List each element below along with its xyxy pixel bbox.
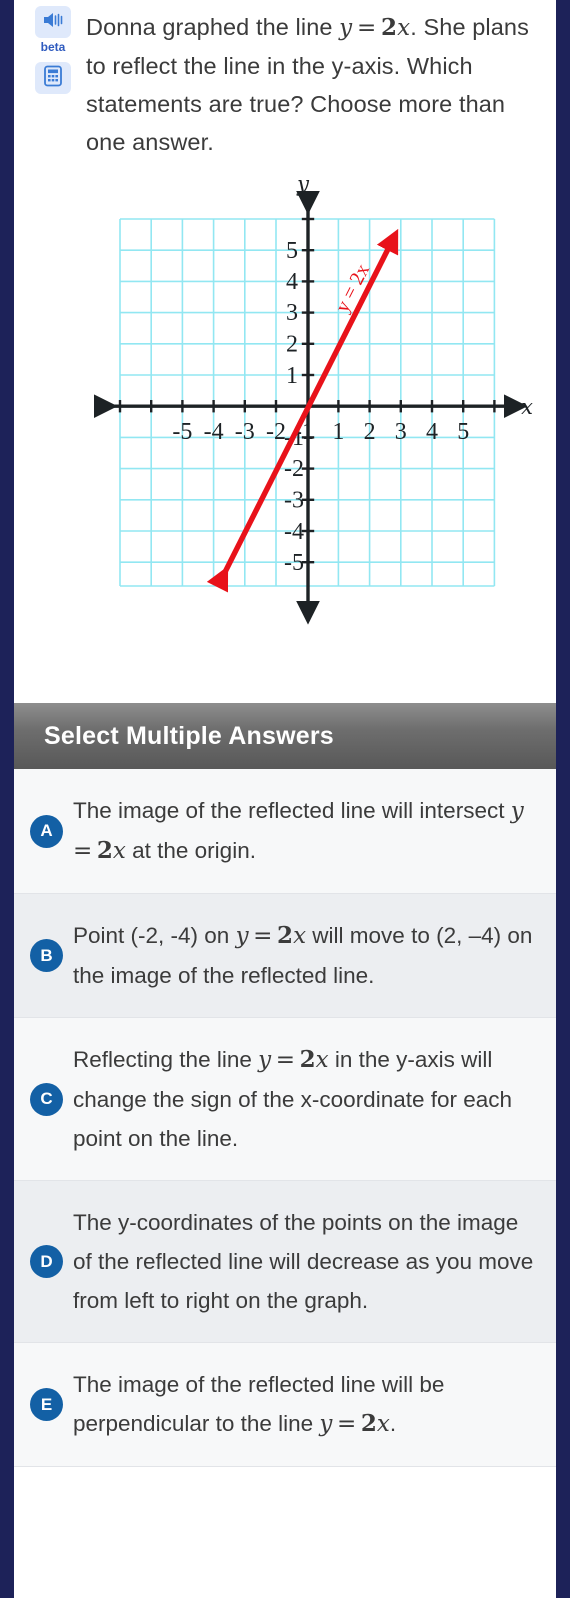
answer-option-e[interactable]: E The image of the reflected line will b… bbox=[14, 1343, 556, 1467]
content-sheet: beta Donna graphed the line y = 2x. She … bbox=[14, 0, 556, 1598]
option-text-c: Reflecting the line y = 2x in the y-axis… bbox=[73, 1040, 542, 1158]
svg-text:2: 2 bbox=[364, 419, 376, 445]
answers-section-title: Select Multiple Answers bbox=[44, 721, 334, 750]
svg-text:-3: -3 bbox=[284, 488, 304, 514]
y-axis-label: y bbox=[296, 172, 310, 196]
option-b-seg1: Point (-2, -4) on bbox=[73, 923, 236, 948]
answer-option-a[interactable]: A The image of the reflected line will i… bbox=[14, 769, 556, 894]
option-letter-badge-d: D bbox=[30, 1245, 63, 1278]
graph-svg: y x -5 -4 -3 -2 -1 1 2 3 4 5 5 4 3 2 1 -… bbox=[93, 172, 533, 625]
answer-option-c[interactable]: C Reflecting the line y = 2x in the y-ax… bbox=[14, 1018, 556, 1181]
svg-text:3: 3 bbox=[286, 300, 298, 326]
svg-text:4: 4 bbox=[286, 269, 298, 295]
svg-text:5: 5 bbox=[457, 419, 469, 445]
question-text: Donna graphed the line y = 2x. She plans… bbox=[86, 8, 538, 161]
option-letter-badge-e: E bbox=[30, 1388, 63, 1421]
audio-play-button[interactable] bbox=[35, 6, 71, 38]
svg-text:-2: -2 bbox=[266, 419, 286, 445]
option-c-seg1: Reflecting the line bbox=[73, 1047, 259, 1072]
svg-text:4: 4 bbox=[426, 419, 438, 445]
svg-text:-4: -4 bbox=[284, 519, 304, 545]
svg-text:-5: -5 bbox=[172, 419, 192, 445]
svg-text:-5: -5 bbox=[284, 550, 304, 576]
option-letter-badge-c: C bbox=[30, 1082, 63, 1116]
svg-text:5: 5 bbox=[286, 238, 298, 264]
tool-rail: beta bbox=[30, 6, 76, 94]
coordinate-graph: y x -5 -4 -3 -2 -1 1 2 3 4 5 5 4 3 2 1 -… bbox=[14, 171, 556, 691]
option-text-a: The image of the reflected line will int… bbox=[73, 791, 542, 871]
calculator-button[interactable] bbox=[35, 62, 71, 94]
svg-text:2: 2 bbox=[286, 332, 298, 358]
beta-label: beta bbox=[40, 40, 66, 54]
answer-option-b[interactable]: B Point (-2, -4) on y = 2x will move to … bbox=[14, 894, 556, 1018]
svg-text:1: 1 bbox=[286, 363, 298, 389]
option-text-b: Point (-2, -4) on y = 2x will move to (2… bbox=[73, 916, 542, 995]
option-e-equation: y = 2x bbox=[319, 1410, 390, 1437]
svg-text:-4: -4 bbox=[204, 419, 224, 445]
question-line1-prefix: Donna graphed the line bbox=[86, 14, 340, 40]
question-line1-suffix: . bbox=[410, 14, 417, 40]
answer-option-d[interactable]: D The y-coordinates of the points on the… bbox=[14, 1181, 556, 1343]
svg-text:3: 3 bbox=[395, 419, 407, 445]
option-a-seg2: at the origin. bbox=[125, 838, 256, 863]
x-axis-label: x bbox=[521, 395, 533, 419]
option-letter-badge-b: B bbox=[30, 939, 63, 972]
answer-options-list: A The image of the reflected line will i… bbox=[14, 769, 556, 1467]
svg-text:1: 1 bbox=[332, 419, 344, 445]
option-text-e: The image of the reflected line will be … bbox=[73, 1365, 542, 1444]
option-e-seg2: . bbox=[389, 1411, 397, 1436]
option-letter-badge-a: A bbox=[30, 814, 63, 848]
svg-text:-3: -3 bbox=[235, 419, 255, 445]
x-tick-labels: -5 -4 -3 -2 -1 1 2 3 4 5 bbox=[172, 419, 469, 445]
option-c-equation: y = 2x bbox=[258, 1046, 329, 1073]
question-block: beta Donna graphed the line y = 2x. She … bbox=[14, 0, 556, 171]
svg-text:-2: -2 bbox=[284, 456, 304, 482]
answers-section-header: Select Multiple Answers bbox=[14, 703, 556, 769]
option-a-seg1: The image of the reflected line will int… bbox=[73, 798, 511, 823]
question-equation-1: y = 2x bbox=[339, 14, 411, 41]
calculator-icon bbox=[43, 65, 63, 92]
page-root: beta Donna graphed the line y = 2x. She … bbox=[0, 0, 570, 1598]
option-b-equation: y = 2x bbox=[235, 922, 307, 949]
speaker-icon bbox=[42, 10, 64, 35]
option-text-d: The y-coordinates of the points on the i… bbox=[73, 1210, 534, 1313]
